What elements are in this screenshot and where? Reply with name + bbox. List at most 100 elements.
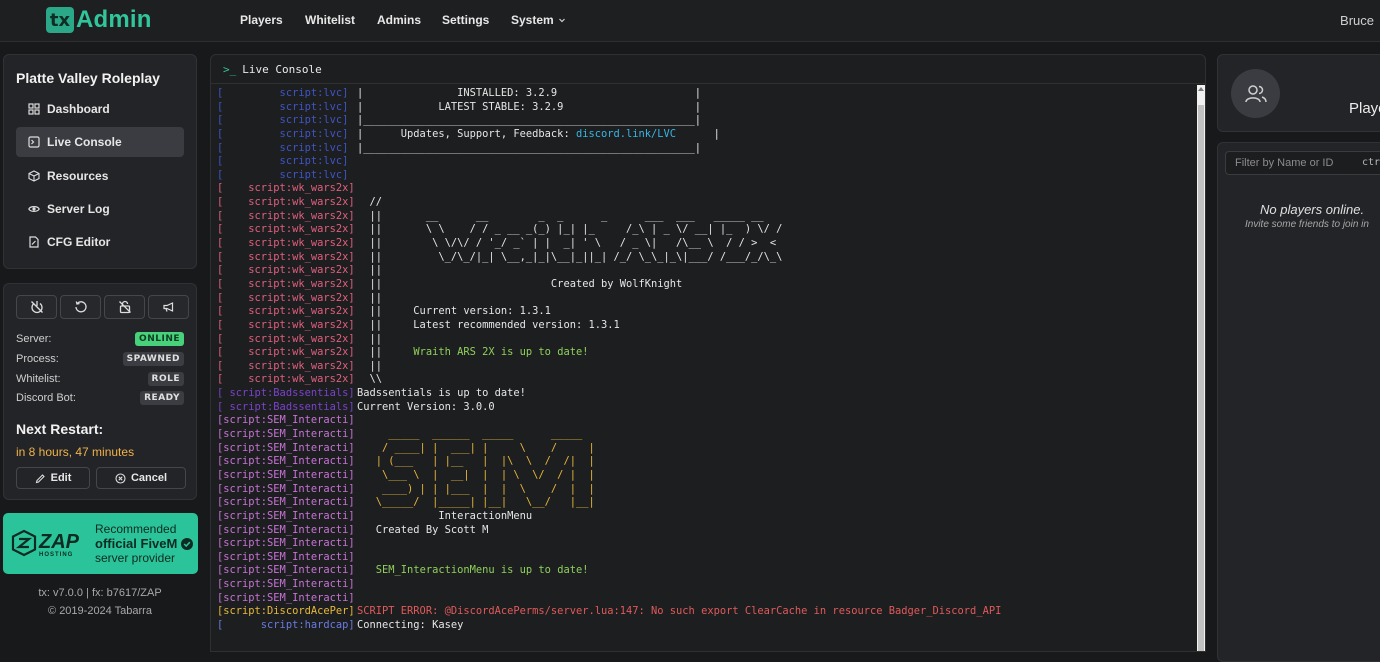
console-line-text: | INSTALLED: 3.2.9 | [357,87,702,99]
toggle-whitelist-button[interactable] [104,295,145,319]
console-line-tag: [ script:wk_wars2x] [217,196,355,209]
console-line: [ script:wk_wars2x] || [217,333,1195,347]
players-avatar [1231,69,1280,118]
server-name: Platte Valley Roleplay [16,70,160,86]
scroll-up-arrow[interactable] [1198,87,1204,91]
file-edit-icon [29,236,39,248]
console-line: [script:SEM_Interacti] \_____/ |_____| |… [217,496,1195,510]
nav-players[interactable]: Players [240,13,283,27]
console-scrollbar[interactable] [1197,85,1205,651]
console-line-tag: [ script:wk_wars2x] [217,318,355,331]
sidebar-item-server-log[interactable]: Server Log [16,194,184,224]
console-line: [ script:wk_wars2x] || \ \/\/ / '_/ _` |… [217,237,1195,251]
console-line-text: || [357,291,383,304]
console-line: [ script:wk_wars2x] || \_/\_/|_| \__,_|_… [217,251,1195,265]
user-menu[interactable]: Bruce [1340,13,1374,28]
stop-server-button[interactable] [16,295,57,319]
console-output[interactable]: [ script:lvc] | INSTALLED: 3.2.9 | [ scrip… [217,87,1195,651]
console-line-tag: [script:SEM_Interacti] [217,550,355,563]
sidebar-item-label: Server Log [47,202,110,216]
process-status-badge: SPAWNED [122,352,184,366]
nav-whitelist[interactable]: Whitelist [305,13,355,27]
console-line-text: || \ \/\/ / '_/ _` | | _| ' \ / _ \| /\_… [357,237,777,250]
console-line-text: || Current version: 1.3.1 [357,305,551,318]
console-line-text: Created By Scott M [357,523,489,536]
console-line-text: | Updates, Support, Feedback: [357,127,576,140]
console-line: [ script:lvc] | LATEST STABLE: 3.2.9 | [217,101,1195,115]
sidebar-item-label: Dashboard [47,102,110,116]
console-line: [ script:wk_wars2x] || \ \ / / _ __ _(_)… [217,223,1195,237]
nav-admins[interactable]: Admins [377,13,421,27]
players-header-card: Players [1217,54,1380,132]
console-line-tag: [ script:wk_wars2x] [217,332,355,345]
console-line-tag: [script:SEM_Interacti] [217,482,355,495]
console-line-tag: [script:DiscordAcePer] [217,605,355,618]
console-line-tag: [ script:wk_wars2x] [217,346,355,359]
console-line-tag: [ script:hardcap] [217,618,355,631]
txadmin-logo[interactable]: tx Admin [46,6,152,34]
console-line: [ script:wk_wars2x] || Current version: … [217,305,1195,319]
console-line-tag: [ script:wk_wars2x] [217,373,355,386]
sidebar-item-resources[interactable]: Resources [16,161,184,191]
console-line-text: SCRIPT ERROR: @DiscordAcePerms/server.lu… [357,605,1002,618]
console-line-tag: [ script:Badssentials] [217,387,355,400]
power-off-icon [30,301,43,314]
console-line-tag: [script:SEM_Interacti] [217,591,355,604]
scroll-thumb[interactable] [1198,105,1204,651]
console-line: [ script:wk_wars2x] [217,182,1195,196]
terminal-icon [28,136,40,148]
edit-restart-button[interactable]: Edit [16,467,90,489]
restart-icon [74,301,87,313]
console-line-tag: [script:SEM_Interacti] [217,441,355,454]
console-line-tag: [script:SEM_Interacti] [217,496,355,509]
console-line-tag: [ script:wk_wars2x] [217,305,355,318]
cancel-restart-button[interactable]: Cancel [96,467,186,489]
invite-message: Invite some friends to join in [1245,219,1369,230]
console-line-tag: [ script:lvc] [217,100,349,113]
console-line-text: InteractionMenu [357,509,533,522]
nav-settings[interactable]: Settings [442,13,489,27]
announce-button[interactable] [148,295,189,319]
process-status-row: Process: SPAWNED [16,352,184,366]
next-restart-title: Next Restart: [16,421,104,437]
pencil-icon [35,473,45,483]
console-line: [ script:wk_wars2x] || Latest recommende… [217,319,1195,333]
console-line-text: || \_/\_/|_| \__,_|_|\__|_||_| /_/ \_\_|… [357,250,783,263]
sidebar-item-label: CFG Editor [47,235,111,249]
whitelist-status-badge: ROLE [147,372,184,386]
nav-system[interactable]: System [511,13,566,27]
sidebar-item-label: Live Console [47,135,122,149]
console-link[interactable]: discord.link/LVC [576,128,676,142]
sidebar-item-live-console[interactable]: Live Console [16,127,184,157]
console-line-text: Connecting: Kasey [357,618,464,631]
console-line-text: _____ ______ _____ _____ [357,428,583,441]
whitelist-status-label: Whitelist: [16,373,61,385]
console-line: [script:SEM_Interacti] [217,551,1195,565]
console-line-text: \_____/ |_____| |__| \__/ |__| [357,496,595,509]
console-line: [ script:wk_wars2x] || [217,292,1195,306]
console-line: [script:SEM_Interacti] [217,578,1195,592]
player-filter-input[interactable]: Filter by Name or ID ctrl [1225,151,1380,175]
console-line: [ script:lvc] |__________________________… [217,142,1195,156]
console-line-text: |_______________________________________… [357,114,702,127]
console-line-text: Badssentials is up to date! [357,387,526,400]
console-success-text: Wraith ARS 2X is up to date! [413,346,589,359]
console-line-tag: [ script:wk_wars2x] [217,250,355,263]
restart-server-button[interactable] [60,295,101,319]
console-line-text: || [357,359,383,372]
sidebar-item-cfg-editor[interactable]: CFG Editor [16,227,184,257]
console-line-text: \\ [357,373,383,386]
discord-status-row: Discord Bot: READY [16,391,184,405]
copyright: © 2019-2024 Tabarra [48,605,152,617]
console-line-text: || Created by WolfKnight [357,277,683,290]
zap-hosting-banner[interactable]: ZAP HOSTING Recommended official FiveM s… [3,513,198,574]
console-line: [script:SEM_Interacti] ____) | | |___ | … [217,483,1195,497]
sidebar-item-dashboard[interactable]: Dashboard [16,94,184,124]
server-status-label: Server: [16,333,52,345]
top-navbar: tx Admin Players Whitelist Admins Settin… [0,0,1380,42]
console-line: [ script:wk_wars2x] // [217,196,1195,210]
zap-logo-text: ZAP [39,531,79,553]
promo-line1: Recommended [95,522,177,536]
console-line-text: | LATEST STABLE: 3.2.9 | [357,100,702,113]
console-line: [script:SEM_Interacti] [217,537,1195,551]
